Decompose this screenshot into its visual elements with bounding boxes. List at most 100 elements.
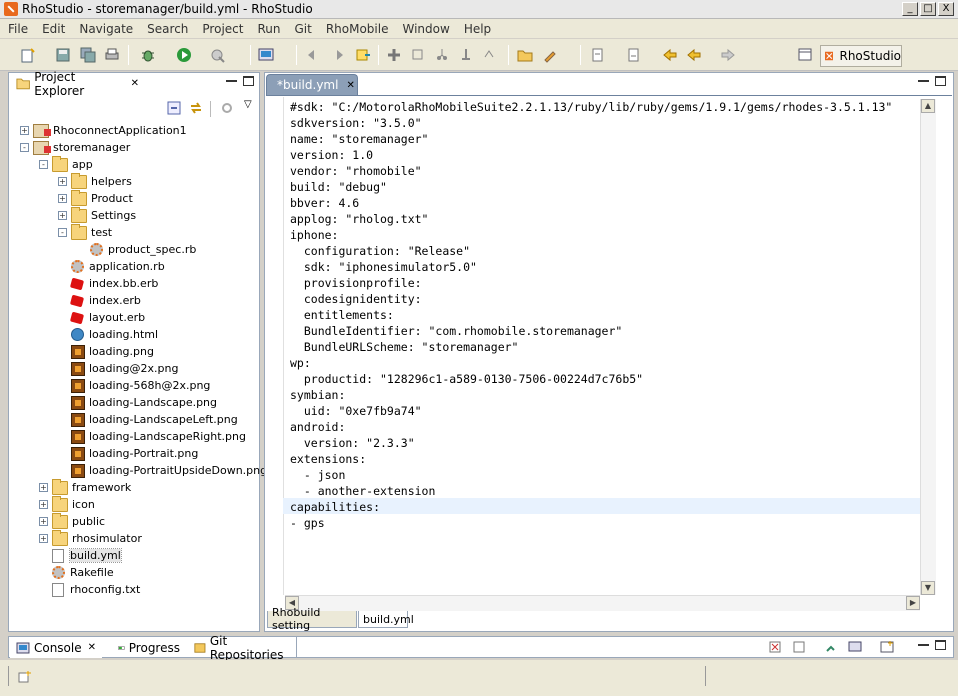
run-icon[interactable] (176, 47, 192, 63)
new-icon[interactable] (20, 47, 36, 63)
tree-item[interactable]: index.bb.erb (58, 275, 158, 292)
close-console-icon[interactable]: ✕ (88, 642, 96, 653)
close-tab-icon[interactable]: ✕ (131, 78, 139, 89)
expand-icon[interactable]: + (58, 194, 67, 203)
tree-item[interactable]: index.erb (58, 292, 141, 309)
tree-item[interactable]: rhoconfig.txt (39, 581, 140, 598)
menu-project[interactable]: Project (202, 22, 243, 36)
tree-item[interactable]: + Settings (58, 206, 136, 224)
collapse-icon[interactable]: - (39, 160, 48, 169)
menu-file[interactable]: File (8, 22, 28, 36)
expand-icon[interactable]: + (20, 126, 29, 135)
next-annotation-icon[interactable] (330, 47, 346, 63)
debug-icon[interactable] (140, 47, 156, 63)
collapse-all-icon[interactable] (167, 101, 181, 115)
collapse-icon[interactable]: - (20, 143, 29, 152)
mark-icon[interactable] (355, 47, 371, 63)
back-icon[interactable] (686, 47, 702, 63)
menu-search[interactable]: Search (147, 22, 188, 36)
tree-item[interactable]: loading-568h@2x.png (58, 377, 210, 394)
merge-icon[interactable] (434, 47, 450, 63)
tree-item[interactable]: loading-Landscape.png (58, 394, 217, 411)
menu-git[interactable]: Git (294, 22, 311, 36)
tab-console[interactable]: Console ✕ (10, 637, 102, 658)
maximize-editor-icon[interactable] (935, 76, 946, 86)
maximize-bottom-icon[interactable] (935, 640, 946, 650)
open-folder-icon[interactable] (517, 47, 533, 63)
expand-icon[interactable]: + (58, 211, 67, 220)
tree-item[interactable]: loading-Portrait.png (58, 445, 198, 462)
menu-window[interactable]: Window (402, 22, 449, 36)
push-icon[interactable] (458, 47, 474, 63)
tree-item[interactable]: loading-LandscapeLeft.png (58, 411, 238, 428)
view-menu-icon[interactable]: ▽ (244, 99, 252, 110)
tree-item[interactable]: + framework (39, 478, 131, 496)
tree-item[interactable]: + public (39, 512, 105, 530)
tree-item[interactable]: application.rb (58, 258, 165, 275)
tab-build-yml[interactable]: *build.yml ✕ (266, 74, 358, 95)
tab-rhobuild-setting[interactable]: Rhobuild setting (267, 606, 357, 632)
tree-item[interactable]: - test (58, 223, 112, 241)
save-all-icon[interactable] (80, 47, 96, 63)
menu-edit[interactable]: Edit (42, 22, 65, 36)
tab-project-explorer[interactable]: Project Explorer ✕ (10, 70, 145, 98)
close-button[interactable]: X (938, 2, 954, 16)
expand-icon[interactable]: + (39, 534, 48, 543)
tab-git-repositories[interactable]: Git Repositories (188, 634, 296, 662)
tree-item[interactable]: - storemanager (20, 139, 130, 156)
clear-console-icon[interactable] (768, 640, 782, 654)
code-editor[interactable]: #sdk: "C:/MotorolaRhoMobileSuite2.2.1.13… (290, 99, 892, 531)
collapse-icon[interactable]: - (58, 228, 67, 237)
back-arrow-icon[interactable] (662, 47, 678, 63)
last-edit-icon[interactable] (590, 47, 606, 63)
maximize-button[interactable]: □ (920, 2, 936, 16)
save-icon[interactable] (55, 47, 71, 63)
scroll-up-icon[interactable]: ▲ (921, 99, 935, 113)
minimize-button[interactable]: _ (902, 2, 918, 16)
sync-icon[interactable] (482, 47, 498, 63)
open-perspective-icon[interactable] (798, 47, 814, 63)
tab-progress[interactable]: Progress (112, 637, 186, 658)
expand-icon[interactable]: + (58, 177, 67, 186)
scroll-right-icon[interactable]: ▶ (906, 596, 920, 610)
close-editor-tab-icon[interactable]: ✕ (346, 80, 354, 91)
menu-help[interactable]: Help (464, 22, 491, 36)
external-tools-icon[interactable] (210, 47, 226, 63)
tree-item[interactable]: loading-LandscapeRight.png (58, 428, 246, 445)
tree-item[interactable]: + RhoconnectApplication1 (20, 122, 187, 139)
tab-build-yml-source[interactable]: build.yml (358, 611, 414, 628)
tree-item[interactable]: Rakefile (39, 564, 114, 581)
expand-icon[interactable]: + (39, 483, 48, 492)
open-console-icon[interactable] (258, 47, 274, 63)
tree-item[interactable]: loading@2x.png (58, 360, 178, 377)
add-icon[interactable] (386, 47, 402, 63)
display-console-icon[interactable] (848, 640, 862, 654)
forward-icon[interactable] (720, 47, 736, 63)
tree-item[interactable]: loading-PortraitUpsideDown.png (58, 462, 267, 479)
minimize-editor-icon[interactable] (918, 76, 929, 82)
tree-item[interactable]: product_spec.rb (77, 241, 196, 258)
prev-annotation-icon[interactable] (305, 47, 321, 63)
scroll-lock-icon[interactable] (792, 640, 806, 654)
tree-item[interactable]: loading.html (58, 326, 158, 343)
tree-item[interactable]: + icon (39, 495, 95, 513)
expand-icon[interactable]: + (39, 500, 48, 509)
perspective-rhostudio[interactable]: RhoStudio (820, 45, 902, 67)
vertical-scrollbar[interactable]: ▲ ▼ (920, 99, 936, 595)
tree-item[interactable]: + Product (58, 189, 133, 207)
menu-rhomobile[interactable]: RhoMobile (326, 22, 389, 36)
minimize-bottom-icon[interactable] (918, 640, 929, 646)
tree-item[interactable]: layout.erb (58, 309, 145, 326)
edit-pen-icon[interactable] (542, 47, 558, 63)
tree-item[interactable]: + rhosimulator (39, 529, 142, 547)
fetch-icon[interactable] (410, 47, 426, 63)
fast-view-icon[interactable] (18, 670, 32, 684)
focus-icon[interactable] (220, 101, 234, 115)
tree-item[interactable]: + helpers (58, 172, 132, 190)
menu-navigate[interactable]: Navigate (79, 22, 133, 36)
open-console-icon[interactable] (880, 640, 894, 654)
tree-item[interactable]: build.yml (39, 547, 122, 564)
link-with-editor-icon[interactable] (189, 101, 203, 115)
print-icon[interactable] (104, 47, 120, 63)
tree-item[interactable]: - app (39, 155, 93, 173)
